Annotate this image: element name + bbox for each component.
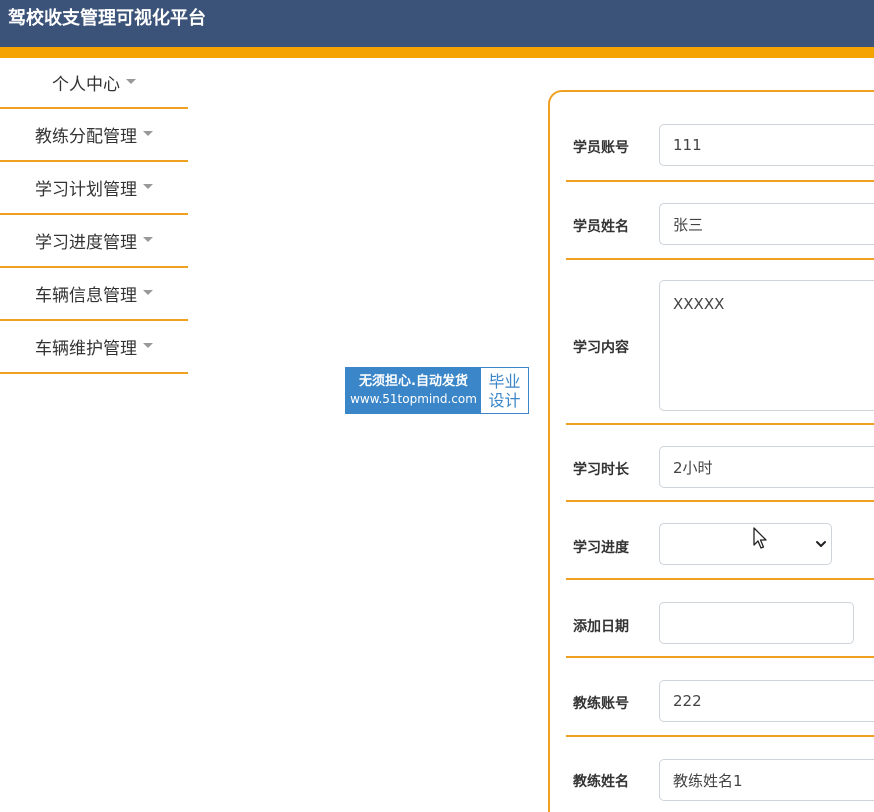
study-duration-input[interactable]: 2小时	[659, 446, 874, 488]
form-row-coach-name: 教练姓名 教练姓名1	[566, 737, 874, 807]
chevron-down-icon	[816, 541, 826, 547]
sidebar-item-coach-assignment[interactable]: 教练分配管理	[0, 109, 188, 162]
study-duration-label: 学习时长	[573, 462, 629, 478]
sidebar-menu: 个人中心 教练分配管理 学习计划管理 学习进度管理 车辆信息管理 车辆维护管理	[0, 58, 188, 374]
student-account-value: 111	[673, 136, 702, 154]
study-progress-label: 学习进度	[573, 540, 629, 556]
sidebar-item-study-progress[interactable]: 学习进度管理	[0, 215, 188, 268]
sidebar-item-label: 个人中心	[52, 75, 120, 95]
student-account-input[interactable]: 111	[659, 124, 874, 166]
student-name-value: 张三	[673, 215, 704, 234]
form-row-coach-account: 教练账号 222	[566, 658, 874, 737]
form-row-add-date: 添加日期	[566, 580, 874, 658]
watermark-url: www.51topmind.com	[350, 392, 477, 406]
form-row-study-content: 学习内容 XXXXX	[566, 260, 874, 425]
sidebar-item-personal-center[interactable]: 个人中心	[0, 58, 188, 109]
watermark-badge: 无须担心.自动发货 www.51topmind.com 毕业 设计	[345, 367, 529, 414]
sidebar-item-label: 学习进度管理	[35, 233, 137, 253]
coach-name-value: 教练姓名1	[673, 771, 743, 790]
top-header: 驾校收支管理可视化平台	[0, 0, 874, 47]
header-accent-bar	[0, 47, 874, 58]
coach-account-label: 教练账号	[573, 696, 629, 712]
app-title: 驾校收支管理可视化平台	[8, 8, 206, 29]
coach-account-value: 222	[673, 692, 702, 710]
sidebar-item-label: 教练分配管理	[35, 127, 137, 147]
watermark-right: 毕业 设计	[481, 368, 528, 413]
caret-down-icon	[143, 131, 153, 136]
add-date-input[interactable]	[659, 602, 854, 644]
form-row-study-duration: 学习时长 2小时	[566, 425, 874, 502]
study-content-label: 学习内容	[573, 340, 629, 356]
sidebar-item-label: 车辆维护管理	[35, 339, 137, 359]
study-content-value: XXXXX	[673, 295, 725, 313]
add-date-label: 添加日期	[573, 619, 629, 635]
coach-name-label: 教练姓名	[573, 774, 629, 790]
study-progress-select[interactable]	[659, 523, 832, 565]
study-duration-value: 2小时	[673, 458, 713, 477]
watermark-left: 无须担心.自动发货 www.51topmind.com	[346, 368, 481, 413]
form-row-study-progress: 学习进度	[566, 502, 874, 580]
sidebar-item-vehicle-info[interactable]: 车辆信息管理	[0, 268, 188, 321]
coach-account-input[interactable]: 222	[659, 680, 874, 722]
coach-name-input[interactable]: 教练姓名1	[659, 759, 874, 801]
caret-down-icon	[143, 237, 153, 242]
sidebar-item-study-plan[interactable]: 学习计划管理	[0, 162, 188, 215]
caret-down-icon	[126, 79, 136, 84]
sidebar-item-label: 学习计划管理	[35, 180, 137, 200]
watermark-slogan: 无须担心.自动发货	[359, 374, 468, 389]
sidebar-item-label: 车辆信息管理	[35, 286, 137, 306]
watermark-right-line1: 毕业	[488, 371, 521, 391]
form-row-student-account: 学员账号 111	[566, 112, 874, 182]
watermark-right-line2: 设计	[488, 390, 521, 410]
form-row-student-name: 学员姓名 张三	[566, 182, 874, 260]
study-content-textarea[interactable]: XXXXX	[659, 280, 874, 411]
sidebar-item-vehicle-maintenance[interactable]: 车辆维护管理	[0, 321, 188, 374]
mouse-cursor-icon	[753, 527, 767, 549]
caret-down-icon	[143, 343, 153, 348]
student-name-input[interactable]: 张三	[659, 203, 874, 245]
student-name-label: 学员姓名	[573, 219, 629, 235]
student-account-label: 学员账号	[573, 140, 629, 156]
caret-down-icon	[143, 290, 153, 295]
caret-down-icon	[143, 184, 153, 189]
